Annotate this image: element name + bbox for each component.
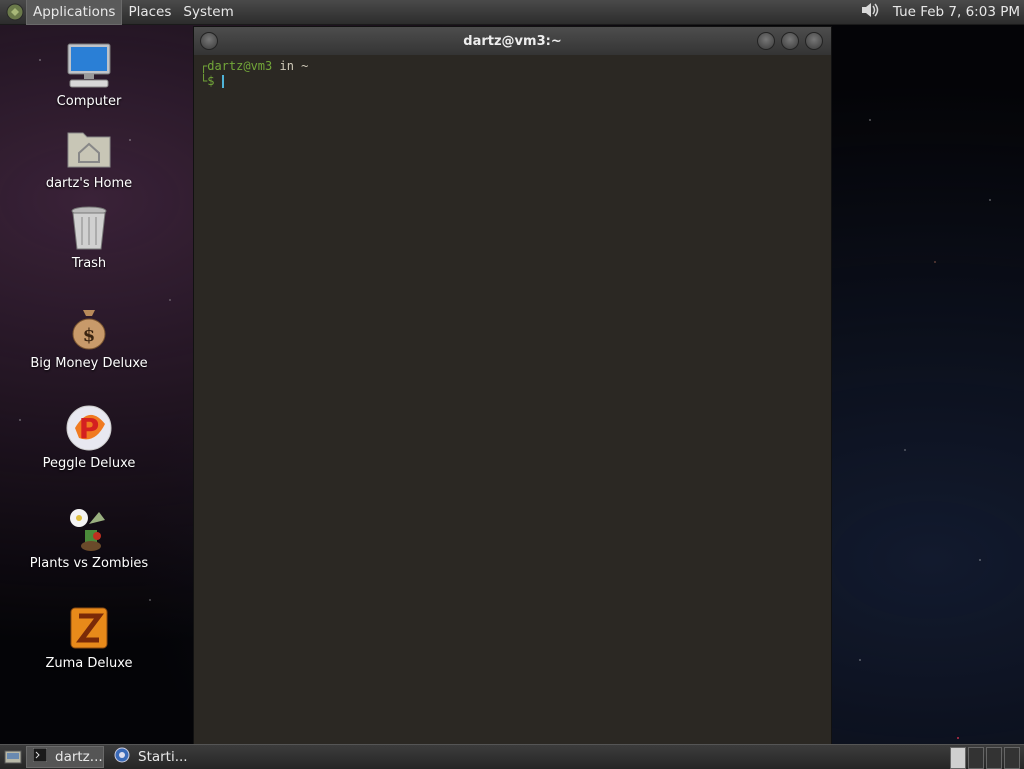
peggle-icon: P: [65, 404, 113, 456]
desktop-icon-trash[interactable]: Trash: [28, 206, 150, 271]
maximize-button[interactable]: [781, 32, 799, 50]
workspace-4[interactable]: [1004, 747, 1020, 769]
workspace-2[interactable]: [968, 747, 984, 769]
desktop-icon-label: Plants vs Zombies: [29, 556, 149, 571]
desktop-icon-home[interactable]: dartz's Home: [28, 126, 150, 191]
svg-text:$: $: [83, 325, 96, 346]
desktop-icon-plants[interactable]: Plants vs Zombies: [28, 506, 150, 571]
desktop-icon-label: Computer: [56, 94, 122, 109]
bottom-panel: dartz... Starti...: [0, 744, 1024, 769]
close-button[interactable]: [805, 32, 823, 50]
main-menu-icon[interactable]: [4, 1, 26, 23]
show-desktop-icon[interactable]: [4, 749, 22, 765]
home-folder-icon: [65, 125, 113, 175]
window-title: dartz@vm3:~: [463, 33, 562, 49]
system-menu[interactable]: System: [177, 0, 239, 24]
window-menu-button[interactable]: [200, 32, 218, 50]
desktop-icon-computer[interactable]: Computer: [28, 42, 150, 109]
terminal-content[interactable]: ┌dartz@vm3 in ~ └$: [194, 55, 831, 93]
terminal-window[interactable]: dartz@vm3:~ ┌dartz@vm3 in ~ └$: [193, 26, 832, 745]
clock[interactable]: Tue Feb 7, 6:03 PM: [893, 4, 1020, 20]
desktop-icon-label: Trash: [71, 256, 107, 271]
desktop-icon-peggle[interactable]: P Peggle Deluxe: [28, 404, 150, 471]
taskbar-item-label: dartz...: [55, 749, 103, 765]
svg-text:P: P: [79, 412, 100, 445]
prompt-user: dartz@vm3: [207, 59, 273, 73]
browser-icon: [114, 747, 130, 767]
taskbar-item-browser[interactable]: Starti...: [108, 747, 194, 767]
money-bag-icon: $: [69, 306, 109, 354]
desktop-icon-label: Big Money Deluxe: [30, 356, 148, 371]
top-panel: Applications Places System Tue Feb 7, 6:…: [0, 0, 1024, 25]
workspace-switcher[interactable]: [950, 747, 1020, 769]
prompt-line-1: ┌dartz@vm3 in ~: [200, 59, 309, 73]
desktop-icon-zuma[interactable]: Zuma Deluxe: [28, 606, 150, 671]
terminal-icon: [32, 747, 48, 766]
volume-icon[interactable]: [859, 0, 881, 24]
applications-menu[interactable]: Applications: [26, 0, 123, 25]
prompt-symbol: $: [207, 74, 215, 88]
desktop-icon-label: Zuma Deluxe: [45, 656, 133, 671]
workspace-1[interactable]: [950, 747, 966, 769]
desktop-icon-label: Peggle Deluxe: [42, 456, 136, 471]
taskbar-item-terminal[interactable]: dartz...: [26, 746, 104, 768]
minimize-button[interactable]: [757, 32, 775, 50]
trash-icon: [69, 204, 109, 256]
zuma-icon: [67, 604, 111, 656]
system-tray: Tue Feb 7, 6:03 PM: [859, 0, 1020, 24]
window-titlebar[interactable]: dartz@vm3:~: [194, 27, 831, 55]
prompt-line-2: └$: [200, 74, 825, 89]
prompt-location: in ~: [272, 59, 309, 73]
taskbar-item-label: Starti...: [138, 749, 188, 765]
desktop-icon-big-money[interactable]: $ Big Money Deluxe: [28, 306, 150, 371]
text-cursor: [221, 75, 224, 88]
places-menu[interactable]: Places: [122, 0, 177, 24]
computer-icon: [64, 42, 114, 94]
plants-icon: [65, 504, 113, 556]
desktop-icon-label: dartz's Home: [45, 176, 133, 191]
workspace-3[interactable]: [986, 747, 1002, 769]
